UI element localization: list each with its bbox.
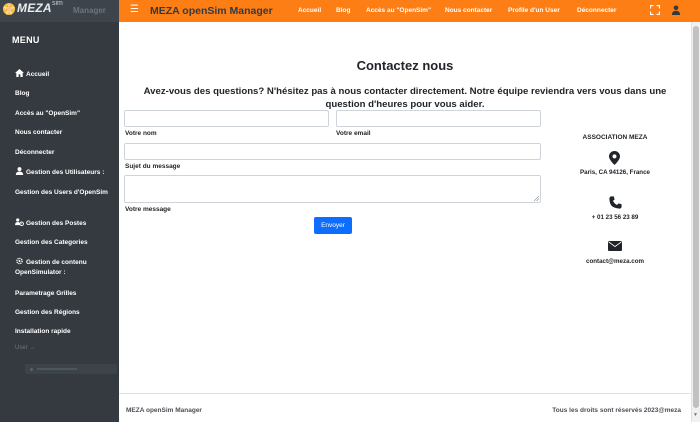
sidebar-item-gestion-postes[interactable]: Gestion des Postes bbox=[15, 218, 86, 229]
sidebar-item-label: Gestion des Régions bbox=[15, 309, 80, 316]
logo-text: MEZA bbox=[17, 1, 52, 15]
footer: MEZA openSim Manager Tous les droits son… bbox=[119, 393, 691, 418]
sidebar-item-label: Gestion des Postes bbox=[26, 220, 87, 227]
sidebar-item-installation-rapide[interactable]: Installation rapide bbox=[15, 327, 71, 337]
map-marker-icon bbox=[609, 151, 620, 165]
sidebar-item-gestion-regions[interactable]: Gestion des Régions bbox=[15, 308, 80, 318]
message-textarea[interactable] bbox=[124, 175, 541, 203]
phone-icon bbox=[609, 196, 622, 209]
sidebar-item-deconnecter[interactable]: Déconnecter bbox=[15, 148, 54, 158]
sidebar-item-label: Gestion des Users d'OpenSim bbox=[15, 189, 108, 196]
envelope-icon bbox=[608, 241, 622, 251]
name-label: Votre nom bbox=[125, 130, 157, 137]
page-scrollbar[interactable]: ▼ bbox=[691, 22, 700, 422]
blurred-line bbox=[37, 368, 77, 370]
home-icon bbox=[15, 69, 24, 77]
subject-input[interactable] bbox=[124, 143, 541, 160]
main-content: Contactez nous Avez-vous des questions? … bbox=[119, 22, 691, 418]
nav-link-accueil[interactable]: Accueil bbox=[298, 7, 321, 14]
sidebar-item-label: Gestion des Categories bbox=[15, 239, 88, 246]
nav-link-deconnecter[interactable]: Déconnecter bbox=[577, 7, 616, 14]
sidebar-item-label: Accueil bbox=[26, 71, 50, 78]
top-navbar: ☰ MEZA openSim Manager Accueil Blog Accè… bbox=[119, 0, 700, 22]
sidebar-logo[interactable]: MEZA sim Manager bbox=[0, 0, 119, 22]
sidebar-section-utilisateurs: Gestion des Utilisateurs : bbox=[15, 167, 104, 178]
sidebar-item-acces-opensim[interactable]: Accès au "OpenSim" bbox=[15, 109, 80, 119]
logo-superscript: sim bbox=[52, 0, 63, 7]
sidebar-item-nous-contacter[interactable]: Nous contacter bbox=[15, 128, 62, 138]
hamburger-menu-icon[interactable]: ☰ bbox=[130, 4, 139, 15]
sidebar-user-link[interactable]: User → bbox=[15, 345, 35, 351]
name-input[interactable] bbox=[124, 110, 329, 127]
users-cog-icon bbox=[15, 218, 24, 226]
sidebar-item-label: Accès au "OpenSim" bbox=[15, 110, 81, 117]
sidebar-item-label: Blog bbox=[15, 90, 30, 97]
organization-name: ASSOCIATION MEZA bbox=[582, 134, 648, 141]
address-text: Paris, CA 94126, France bbox=[580, 169, 650, 176]
gear-icon bbox=[16, 257, 23, 265]
sidebar-item-parametrage-grilles[interactable]: Parametrage Grilles bbox=[15, 289, 76, 299]
fullscreen-icon[interactable] bbox=[650, 5, 660, 15]
navbar-brand[interactable]: MEZA openSim Manager bbox=[150, 5, 273, 17]
sidebar-section-label: Gestion des Utilisateurs : bbox=[26, 169, 105, 176]
sidebar-item-label: Parametrage Grilles bbox=[15, 290, 77, 297]
sidebar-item-label: Déconnecter bbox=[15, 149, 55, 156]
scroll-down-arrow-icon[interactable]: ▼ bbox=[693, 412, 698, 418]
sidebar-section-contenu-opensimulator: Gestion de contenu OpenSimulator : bbox=[15, 257, 115, 278]
resize-grip-icon[interactable] bbox=[534, 196, 539, 201]
phone-text: + 01 23 56 23 89 bbox=[591, 214, 639, 221]
send-button[interactable]: Envoyer bbox=[314, 217, 352, 234]
page-title: Contactez nous bbox=[356, 58, 454, 73]
menu-title: MENU bbox=[12, 35, 40, 45]
email-input[interactable] bbox=[336, 110, 541, 127]
intro-text: Avez-vous des questions? N'hésitez pas à… bbox=[143, 86, 667, 110]
sidebar: MEZA sim Manager MENU Accueil Blog Accès… bbox=[0, 0, 119, 422]
email-label: Votre email bbox=[336, 130, 371, 137]
scrollbar-thumb[interactable] bbox=[693, 26, 699, 408]
sidebar-item-label: Installation rapide bbox=[15, 328, 71, 335]
message-label: Votre message bbox=[125, 206, 171, 213]
footer-brand: MEZA openSim Manager bbox=[126, 407, 202, 414]
user-icon bbox=[15, 167, 24, 175]
sidebar-item-gestion-categories[interactable]: Gestion des Categories bbox=[15, 238, 88, 248]
user-profile-icon[interactable] bbox=[671, 5, 681, 15]
nav-link-nous-contacter[interactable]: Nous contacter bbox=[445, 7, 492, 14]
sidebar-item-blog[interactable]: Blog bbox=[15, 89, 29, 99]
email-text: contact@meza.com bbox=[586, 258, 644, 265]
blurred-dot-icon bbox=[30, 368, 33, 371]
sidebar-section-label: Gestion de contenu OpenSimulator : bbox=[15, 259, 87, 276]
nav-link-acces-opensim[interactable]: Accès au "OpenSim" bbox=[366, 7, 431, 14]
subject-label: Sujet du message bbox=[125, 163, 181, 170]
nav-link-profile-user[interactable]: Profile d'un User bbox=[508, 7, 560, 14]
sidebar-item-label: Nous contacter bbox=[15, 129, 63, 136]
logo-manager-text: Manager bbox=[73, 6, 106, 15]
sidebar-item-accueil[interactable]: Accueil bbox=[15, 69, 49, 80]
footer-copyright: Tous les droits sont réservés 2023@meza bbox=[552, 407, 681, 414]
nav-link-blog[interactable]: Blog bbox=[336, 7, 350, 14]
sidebar-item-gestion-users-opensim[interactable]: Gestion des Users d'OpenSim bbox=[15, 188, 115, 198]
logo-icon bbox=[3, 3, 15, 15]
